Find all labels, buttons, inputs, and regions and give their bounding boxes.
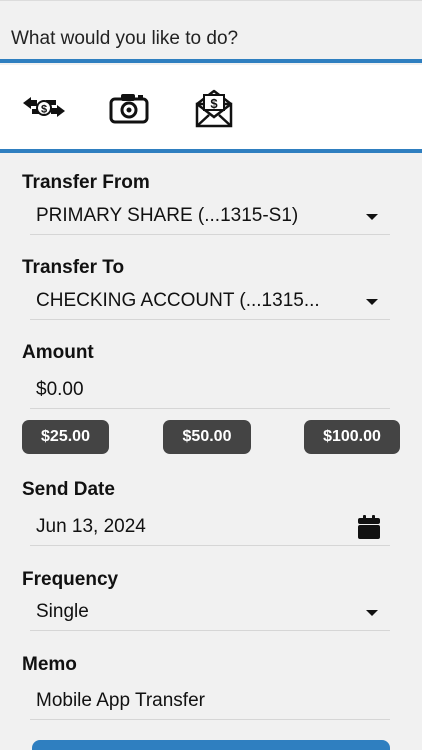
send-date-label: Send Date [22, 479, 115, 500]
memo-value: Mobile App Transfer [36, 690, 205, 711]
memo-input[interactable]: Mobile App Transfer [30, 682, 390, 720]
transfer-from-select[interactable]: PRIMARY SHARE (...1315-S1) [30, 197, 390, 235]
frequency-value: Single [36, 601, 89, 622]
send-date-input[interactable]: Jun 13, 2024 [30, 508, 390, 546]
transfer-to-label: Transfer To [22, 257, 125, 278]
amount-input[interactable]: $0.00 [30, 371, 390, 409]
frequency-label: Frequency [22, 569, 119, 590]
action-icon-row: $ $ [0, 65, 422, 151]
quick-amount-25-button[interactable]: $25.00 [22, 420, 109, 454]
page-prompt: What would you like to do? [11, 28, 239, 49]
transfer-from-value: PRIMARY SHARE (...1315-S1) [36, 205, 299, 226]
accent-divider-bottom [0, 149, 422, 153]
submit-button[interactable] [32, 740, 390, 750]
transfer-to-select[interactable]: CHECKING ACCOUNT (...1315... [30, 282, 390, 320]
accent-divider-top [0, 59, 422, 63]
chevron-down-icon [366, 214, 378, 220]
calendar-icon[interactable] [358, 515, 380, 539]
chevron-down-icon [366, 610, 378, 616]
camera-deposit-icon[interactable] [108, 87, 150, 129]
frequency-select[interactable]: Single [30, 593, 390, 631]
svg-text:$: $ [41, 104, 47, 116]
header-bar: What would you like to do? [0, 0, 422, 62]
amount-label: Amount [22, 342, 94, 363]
memo-label: Memo [22, 654, 77, 675]
transfer-to-value: CHECKING ACCOUNT (...1315... [36, 290, 320, 311]
send-date-value: Jun 13, 2024 [36, 516, 146, 537]
quick-amount-50-button[interactable]: $50.00 [163, 420, 251, 454]
transfer-from-label: Transfer From [22, 172, 150, 193]
transfer-money-icon[interactable]: $ [22, 87, 66, 129]
bill-pay-envelope-icon[interactable]: $ [192, 87, 236, 129]
quick-amount-100-button[interactable]: $100.00 [304, 420, 400, 454]
amount-value: $0.00 [36, 379, 84, 400]
chevron-down-icon [366, 299, 378, 305]
svg-text:$: $ [210, 96, 218, 111]
